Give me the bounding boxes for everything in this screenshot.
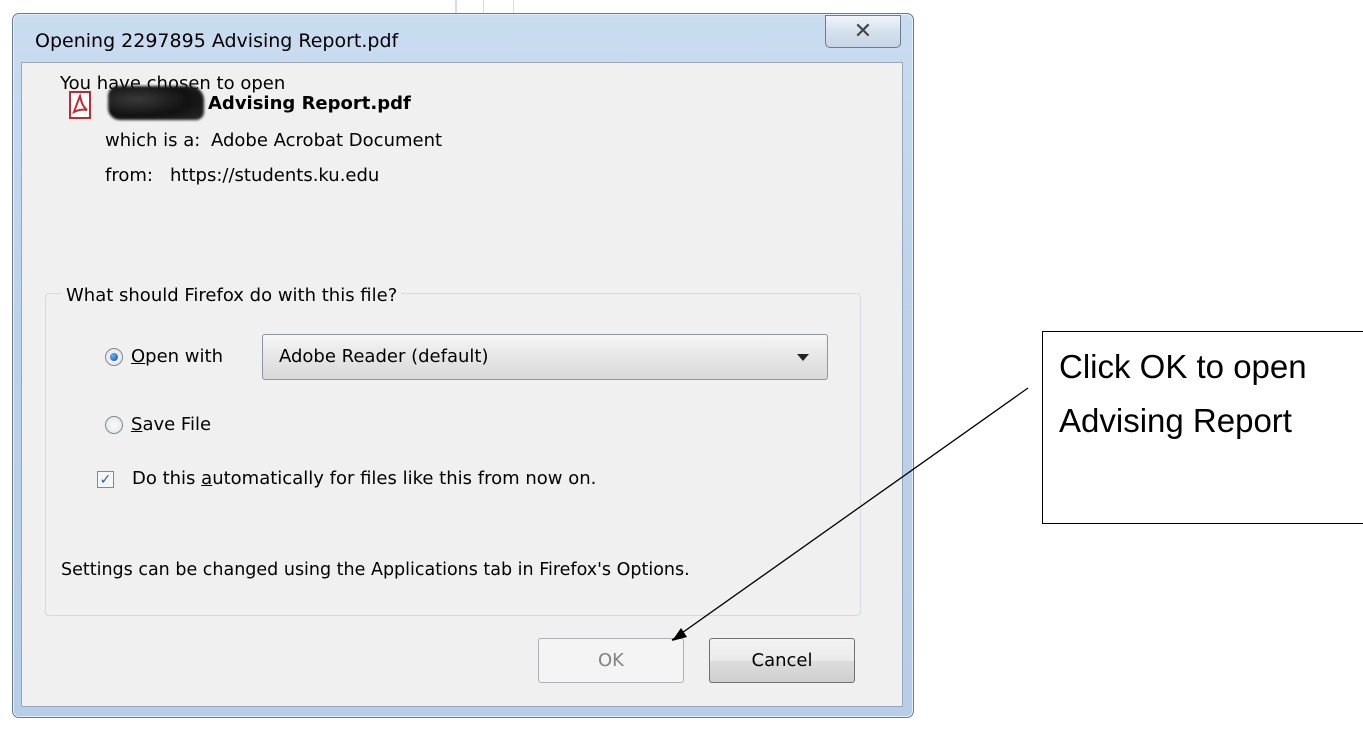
save-file-radio[interactable] [105, 416, 123, 434]
settings-note: Settings can be changed using the Applic… [61, 560, 690, 580]
close-button[interactable]: ✕ [825, 15, 901, 48]
dialog-titlebar: Opening 2297895 Advising Report.pdf ✕ [13, 14, 913, 64]
instruction-callout: Click OK to open Advising Report [1042, 331, 1363, 524]
file-name: Advising Report.pdf [208, 93, 411, 114]
auto-open-label[interactable]: Do this automatically for files like thi… [132, 468, 596, 489]
checkmark-icon: ✓ [99, 471, 112, 488]
callout-line-1: Click OK to open [1059, 348, 1307, 385]
file-source-value: https://students.ku.edu [170, 165, 380, 186]
save-file-label[interactable]: Save File [131, 414, 211, 435]
file-source-label: from: [105, 165, 153, 186]
dialog-title: Opening 2297895 Advising Report.pdf [35, 30, 399, 52]
dropdown-arrow-icon [797, 354, 809, 361]
radio-selected-dot [110, 353, 118, 361]
ok-button[interactable]: OK [538, 638, 684, 683]
open-with-label[interactable]: Open with [131, 346, 223, 367]
action-group-title: What should Firefox do with this file? [62, 285, 402, 306]
cancel-button[interactable]: Cancel [709, 638, 855, 683]
open-with-app-select[interactable]: Adobe Reader (default) [262, 334, 828, 380]
file-type-label: which is a: [105, 130, 201, 151]
pdf-file-icon [69, 91, 91, 119]
open-with-app-value: Adobe Reader (default) [279, 346, 489, 367]
callout-line-2: Advising Report [1059, 402, 1292, 439]
auto-open-checkbox[interactable]: ✓ [97, 471, 114, 488]
open-with-radio[interactable] [105, 348, 123, 366]
file-type-value: Adobe Acrobat Document [211, 130, 443, 151]
redacted-file-id [108, 86, 204, 120]
close-icon: ✕ [853, 19, 873, 44]
